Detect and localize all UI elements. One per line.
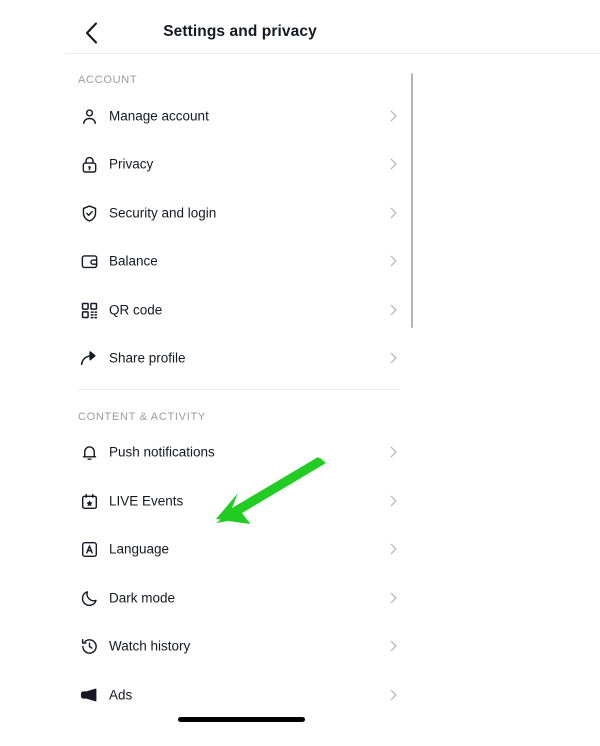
settings-row-dark-mode[interactable]: Dark mode (78, 581, 400, 615)
settings-row-push-notifications[interactable]: Push notifications (78, 435, 400, 469)
app-header: Settings and privacy (0, 0, 600, 53)
chevron-right-icon (386, 206, 400, 220)
settings-row-label: Watch history (109, 638, 191, 654)
settings-row-security-and-login[interactable]: Security and login (78, 196, 400, 230)
chevron-right-icon (386, 445, 400, 459)
section-label-account: ACCOUNT (78, 74, 138, 86)
settings-row-manage-account[interactable]: Manage account (78, 99, 400, 133)
person-icon (78, 105, 100, 127)
language-a-icon (78, 538, 100, 560)
chevron-right-icon (386, 688, 400, 702)
chevron-right-icon (386, 591, 400, 605)
chevron-right-icon (386, 254, 400, 268)
settings-row-live-events[interactable]: LIVE Events (78, 484, 400, 518)
bell-icon (78, 441, 100, 463)
settings-row-language[interactable]: Language (78, 532, 400, 566)
megaphone-icon (78, 684, 100, 706)
settings-row-label: LIVE Events (109, 493, 184, 509)
settings-row-label: Share profile (109, 350, 186, 366)
chevron-right-icon (386, 303, 400, 317)
clock-rewind-icon (78, 635, 100, 657)
section-divider (78, 389, 400, 390)
chevron-right-icon (386, 351, 400, 365)
section-label-content-activity: CONTENT & ACTIVITY (78, 411, 206, 423)
header-divider (66, 53, 600, 54)
chevron-right-icon (386, 494, 400, 508)
share-arrow-icon (78, 347, 100, 369)
scrollbar-thumb[interactable] (411, 73, 413, 328)
settings-row-share-profile[interactable]: Share profile (78, 341, 400, 375)
shield-check-icon (78, 202, 100, 224)
home-indicator (178, 717, 305, 722)
qr-code-icon (78, 299, 100, 321)
settings-row-label: Privacy (109, 156, 154, 172)
wallet-icon (78, 250, 100, 272)
settings-row-ads[interactable]: Ads (78, 678, 400, 712)
settings-row-label: Balance (109, 253, 158, 269)
settings-row-label: Security and login (109, 205, 217, 221)
chevron-right-icon (386, 639, 400, 653)
scrollbar[interactable] (411, 73, 413, 328)
settings-row-label: Push notifications (109, 444, 215, 460)
settings-row-qr-code[interactable]: QR code (78, 293, 400, 327)
lock-icon (78, 153, 100, 175)
chevron-right-icon (386, 542, 400, 556)
settings-row-label: QR code (109, 302, 163, 318)
settings-row-watch-history[interactable]: Watch history (78, 629, 400, 663)
page-title: Settings and privacy (163, 23, 317, 40)
settings-row-label: Dark mode (109, 590, 176, 606)
settings-row-privacy[interactable]: Privacy (78, 147, 400, 181)
settings-screen: Settings and privacy ACCOUNT Manage acco… (0, 0, 600, 746)
chevron-right-icon (386, 157, 400, 171)
settings-row-label: Ads (109, 687, 133, 703)
settings-row-label: Language (109, 541, 170, 557)
chevron-right-icon (386, 109, 400, 123)
moon-icon (78, 587, 100, 609)
calendar-star-icon (78, 490, 100, 512)
settings-row-balance[interactable]: Balance (78, 244, 400, 278)
settings-row-label: Manage account (109, 108, 209, 124)
